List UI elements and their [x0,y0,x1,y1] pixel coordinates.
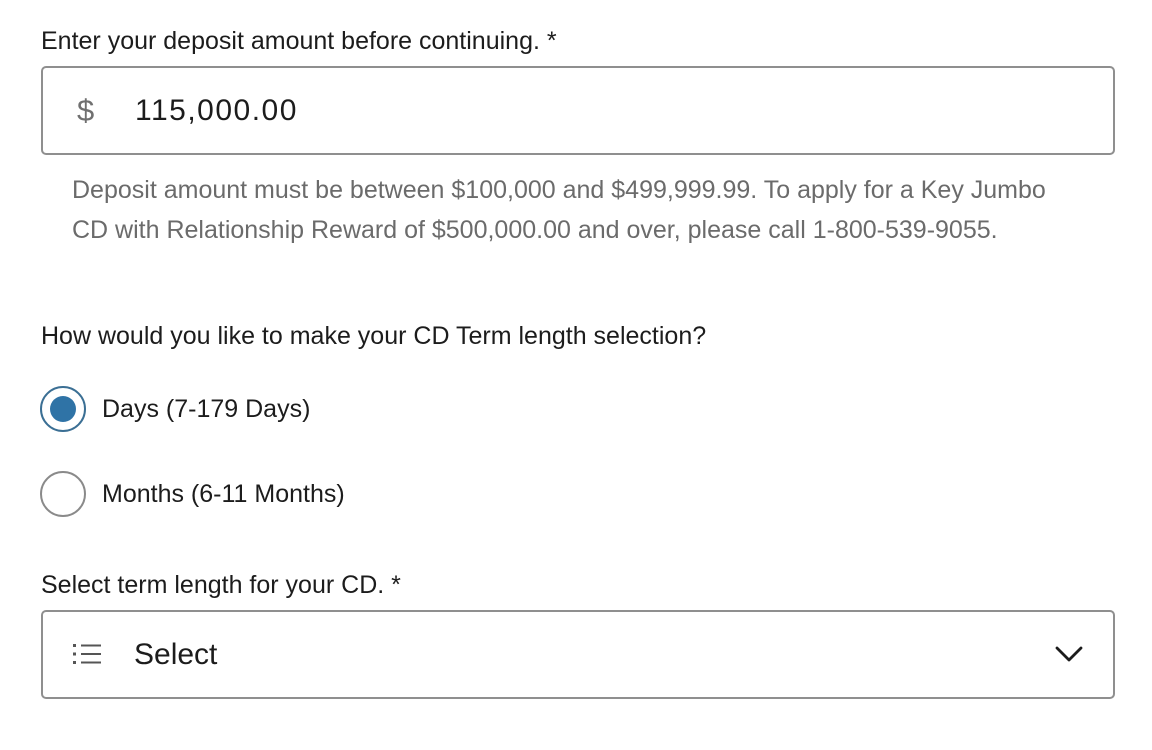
term-selection-question: How would you like to make your CD Term … [41,322,707,350]
radio-label-days: Days (7-179 Days) [102,394,311,423]
deposit-amount-input[interactable]: 115,000.00 [135,68,298,153]
list-icon [73,642,103,666]
term-length-selected-value: Select [134,638,218,671]
term-length-label: Select term length for your CD. * [41,571,401,599]
radio-button-months[interactable] [40,471,86,517]
currency-symbol: $ [77,93,95,128]
deposit-amount-label: Enter your deposit amount before continu… [41,27,557,55]
deposit-amount-field[interactable]: $ 115,000.00 [41,66,1115,155]
radio-option-months[interactable]: Months (6-11 Months) [40,470,345,518]
radio-option-days[interactable]: Days (7-179 Days) [40,385,310,433]
chevron-down-icon[interactable] [1055,645,1083,663]
radio-selected-dot [50,396,76,422]
deposit-help-text: Deposit amount must be between $100,000 … [72,176,1046,244]
radio-label-months: Months (6-11 Months) [102,479,345,508]
radio-button-days[interactable] [40,386,86,432]
term-length-select[interactable]: Select [41,610,1115,699]
